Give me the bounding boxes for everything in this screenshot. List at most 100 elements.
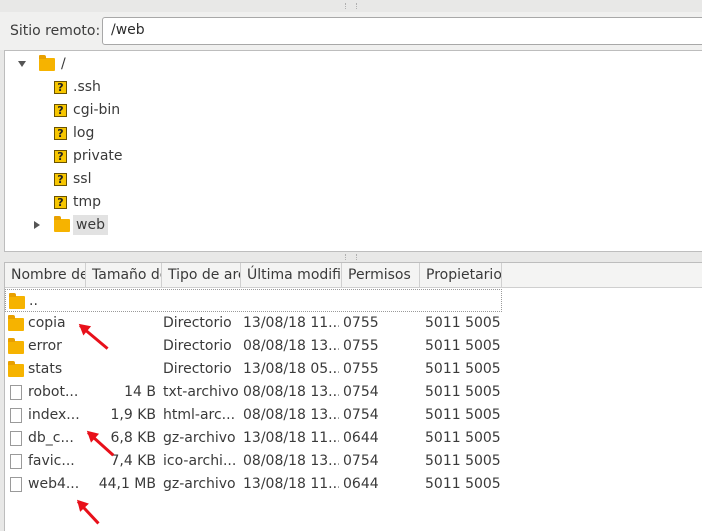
file-icon: [10, 477, 22, 492]
column-header-modified[interactable]: Última modifi: [241, 263, 342, 288]
cell-type: gz-archivo: [163, 430, 236, 446]
tree-item-label: .ssh: [73, 79, 101, 95]
splitter-grip-icon: [345, 3, 357, 9]
table-row[interactable]: web4... 44,1 MB gz-archivo 13/08/18 11... 06…: [5, 473, 502, 496]
tree-item-ssl[interactable]: ? ssl: [5, 168, 91, 190]
cell-modified: 13/08/18 11...: [243, 315, 339, 331]
folder-icon: [8, 338, 24, 354]
tree-item-ssh[interactable]: ? .ssh: [5, 76, 101, 98]
column-header-permissions[interactable]: Permisos: [342, 263, 420, 288]
cell-permissions: 0644: [343, 430, 379, 446]
cell-modified: 13/08/18 05...: [243, 361, 339, 377]
remote-site-label: Sitio remoto:: [10, 23, 101, 39]
pane-splitter[interactable]: [0, 252, 702, 262]
table-row[interactable]: index... 1,9 KB html-arc... 08/08/18 13... 0…: [5, 404, 502, 427]
cell-name: web4...: [28, 476, 80, 492]
column-header-name[interactable]: Nombre de: [5, 263, 86, 288]
unknown-folder-icon: ?: [54, 195, 67, 209]
file-icon: [10, 385, 22, 400]
cell-type: Directorio: [163, 361, 232, 377]
cell-owner: 5011 5005: [425, 430, 501, 446]
remote-file-list: Nombre de Tamaño de Tipo de arc Última m…: [4, 262, 702, 531]
cell-modified: 08/08/18 13...: [243, 453, 339, 469]
cell-permissions: 0644: [343, 476, 379, 492]
expand-arrow-icon[interactable]: [34, 221, 40, 229]
tree-item-tmp[interactable]: ? tmp: [5, 191, 101, 213]
cell-modified: 08/08/18 13...: [243, 384, 339, 400]
splitter-grip-icon: [345, 254, 357, 260]
table-row[interactable]: ..: [5, 289, 502, 312]
tree-item-label: tmp: [73, 194, 102, 210]
tree-item-label: log: [73, 125, 95, 141]
folder-icon: [9, 293, 25, 309]
unknown-folder-icon: ?: [54, 149, 67, 163]
unknown-folder-icon: ?: [54, 126, 67, 140]
cell-modified: 08/08/18 13...: [243, 407, 339, 423]
cell-modified: 13/08/18 11...: [243, 476, 339, 492]
cell-name: favic...: [28, 453, 75, 469]
column-header-filler: [502, 263, 702, 288]
tree-item-label: cgi-bin: [73, 102, 121, 118]
top-pane-splitter[interactable]: [0, 0, 702, 12]
tree-item-label: web: [73, 215, 108, 235]
cell-owner: 5011 5005: [425, 407, 501, 423]
cell-permissions: 0755: [343, 361, 379, 377]
remote-directory-tree: / ? .ssh ? cgi-bin ? log ? private ? ssl…: [4, 50, 702, 252]
cell-permissions: 0754: [343, 384, 379, 400]
folder-icon: [39, 54, 55, 71]
cell-permissions: 0755: [343, 315, 379, 331]
cell-permissions: 0754: [343, 453, 379, 469]
unknown-folder-icon: ?: [54, 103, 67, 117]
tree-item-label: /: [61, 56, 66, 72]
unknown-folder-icon: ?: [54, 80, 67, 94]
collapse-arrow-icon[interactable]: [18, 61, 26, 67]
cell-name: db_c...: [28, 430, 74, 446]
cell-owner: 5011 5005: [425, 384, 501, 400]
remote-site-bar: Sitio remoto: /web: [0, 12, 702, 50]
cell-permissions: 0755: [343, 338, 379, 354]
cell-name: index...: [28, 407, 80, 423]
cell-type: html-arc...: [163, 407, 236, 423]
cell-name: ..: [29, 293, 38, 309]
cell-type: txt-archivo: [163, 384, 239, 400]
remote-path-input[interactable]: /web: [102, 17, 702, 45]
cell-size: 1,9 KB: [110, 407, 157, 423]
cell-owner: 5011 5005: [425, 453, 501, 469]
cell-type: gz-archivo: [163, 476, 236, 492]
file-icon: [10, 408, 22, 423]
cell-size: 7,4 KB: [110, 453, 157, 469]
table-row[interactable]: db_c... 6,8 KB gz-archivo 13/08/18 11... 064…: [5, 427, 502, 450]
cell-name: robot...: [28, 384, 79, 400]
table-row[interactable]: robot... 14 B txt-archivo 08/08/18 13... 075…: [5, 381, 502, 404]
cell-owner: 5011 5005: [425, 338, 501, 354]
cell-type: Directorio: [163, 338, 232, 354]
tree-item-label: ssl: [73, 171, 92, 187]
column-header-type[interactable]: Tipo de arc: [162, 263, 241, 288]
cell-owner: 5011 5005: [425, 476, 501, 492]
tree-item-web[interactable]: web: [5, 214, 108, 236]
tree-item-log[interactable]: ? log: [5, 122, 94, 144]
table-row[interactable]: error Directorio 08/08/18 13... 0755 5011 50…: [5, 335, 502, 358]
cell-name: error: [28, 338, 62, 354]
cell-owner: 5011 5005: [425, 315, 501, 331]
cell-modified: 08/08/18 13...: [243, 338, 339, 354]
folder-icon: [54, 215, 70, 232]
cell-size: 14 B: [124, 384, 156, 400]
column-header-row: Nombre de Tamaño de Tipo de arc Última m…: [5, 263, 702, 288]
table-row[interactable]: favic... 7,4 KB ico-archi... 08/08/18 13...…: [5, 450, 502, 473]
folder-icon: [8, 315, 24, 331]
cell-owner: 5011 5005: [425, 361, 501, 377]
table-row[interactable]: stats Directorio 13/08/18 05... 0755 5011 50…: [5, 358, 502, 381]
cell-type: Directorio: [163, 315, 232, 331]
unknown-folder-icon: ?: [54, 172, 67, 186]
tree-item-cgi-bin[interactable]: ? cgi-bin: [5, 99, 120, 121]
file-icon: [10, 454, 22, 469]
cell-size: 44,1 MB: [98, 476, 156, 492]
cell-permissions: 0754: [343, 407, 379, 423]
column-header-owner[interactable]: Propietario: [420, 263, 502, 288]
column-header-size[interactable]: Tamaño de: [86, 263, 162, 288]
tree-item-root[interactable]: /: [5, 53, 66, 75]
cell-type: ico-archi...: [163, 453, 237, 469]
tree-item-label: private: [73, 148, 123, 164]
tree-item-private[interactable]: ? private: [5, 145, 123, 167]
